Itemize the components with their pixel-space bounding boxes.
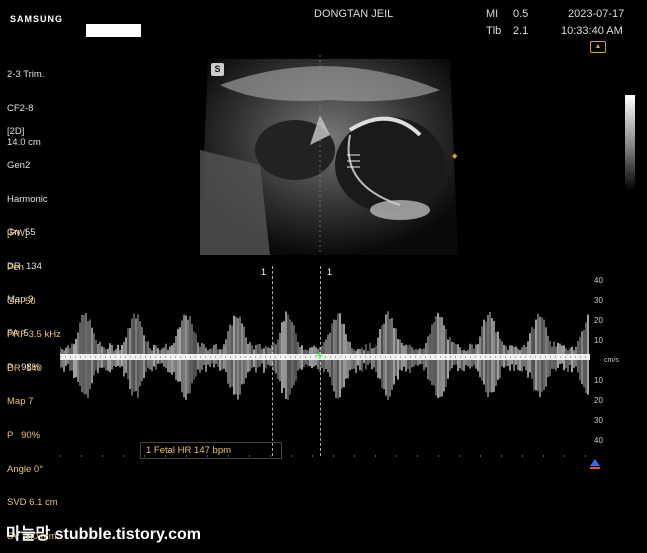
preset-label: 2-3 Trim. [7,69,45,81]
mode-pw-title: [PW] [7,228,28,240]
svg-text:+: + [315,347,323,363]
hospital-name: DONGTAN JEIL [314,8,394,20]
grayscale-bar [625,95,635,190]
mode-pw-line: P 90% [7,430,41,442]
tib-label: Tlb [486,25,502,37]
mi-value: 0.5 [513,8,529,20]
zero-marker [590,467,600,469]
scale-tick: 40 [594,436,603,445]
tib-value: 2.1 [513,25,529,37]
scale-tick: 20 [594,396,603,405]
probe-orientation-icon: ▲ [590,41,606,53]
mode-pw-line: PRF 3.5 kHz [7,329,61,341]
focus-marker-icon: ◆ [452,153,458,160]
mode-pw-line: Map 7 [7,396,34,408]
fetal-hr-measurement: 1 Fetal HR 147 bpm [146,445,232,456]
s-marker-icon: S [211,63,224,76]
bmode-image [200,55,458,255]
exam-time: 10:33:40 AM [561,25,623,37]
scale-tick: 20 [594,316,603,325]
velocity-units: cm/s [604,357,619,364]
mode-2d-line: Harmonic [7,193,48,205]
scale-tick: 30 [594,416,603,425]
brand-logo: SAMSUNG [10,14,64,24]
scale-tick: 10 [594,376,603,385]
mode-pw-line: Pen [7,262,24,274]
mode-pw-line: DR 140 [7,362,42,374]
mode-pw-settings: [PW] Pen Gn 50 PRF 3.5 kHz DR 140 Map 7 … [7,206,61,553]
watermark: 마늘망 stubble.tistory.com [6,526,201,543]
mode-2d-line: Gen2 [7,160,31,172]
velocity-scale: 40 30 20 10 10 20 30 40 [594,276,644,446]
mode-pw-line: Gn 50 [7,295,36,307]
mode-pw-line: Angle 0° [7,463,44,475]
doppler-spectrum: + [60,311,590,457]
scale-tick: 10 [594,336,603,345]
scale-tick: 40 [594,276,603,285]
patient-name-redaction [86,24,141,37]
mode-pw-line: SVD 6.1 cm [7,497,58,509]
exam-date: 2023-07-17 [568,8,625,20]
scale-tick: 30 [594,296,603,305]
mode-2d-title: [2D] [7,126,25,138]
mi-label: MI [486,8,499,20]
baseline-triangle-icon[interactable] [590,459,600,466]
